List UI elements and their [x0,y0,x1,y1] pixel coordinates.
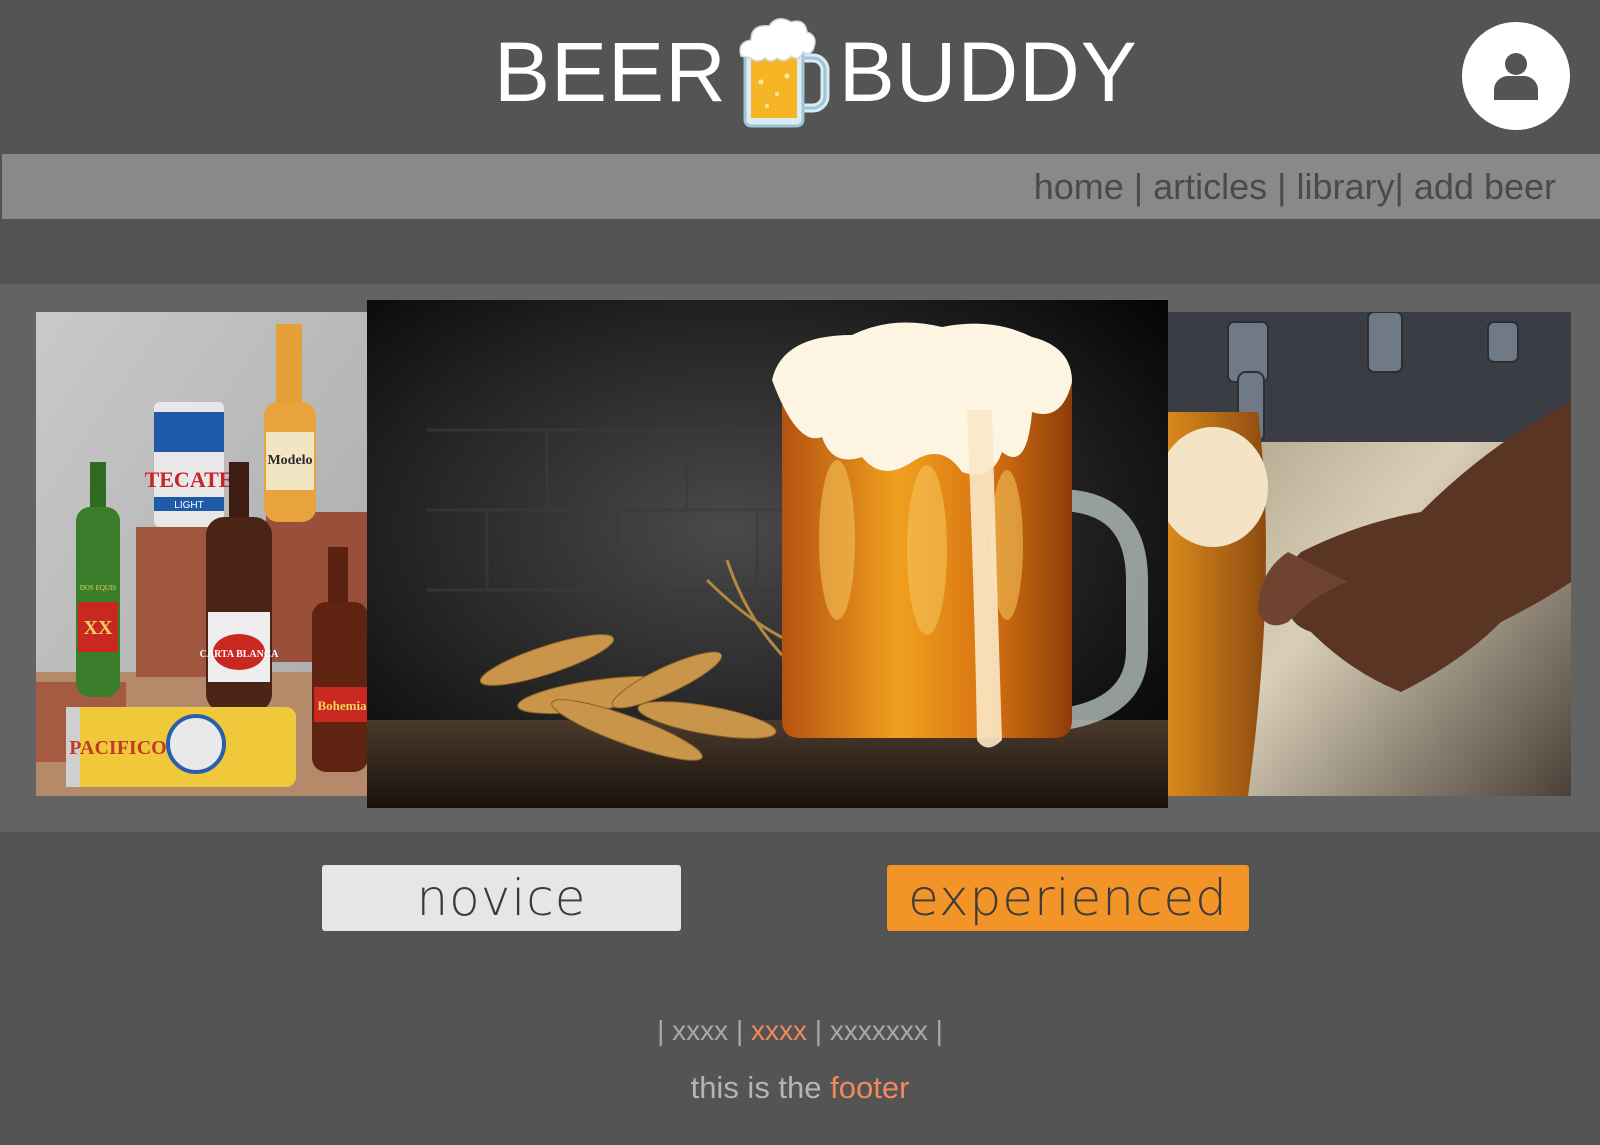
bottles-label: CARTA BLANCA [200,649,279,660]
logo-text-buddy: BUDDY [838,25,1138,119]
nav-separator: | [1394,165,1414,207]
nav-link-add-beer[interactable]: add beer [1414,166,1556,208]
footer-links: | xxxx | xxxx | xxxxxxx | [0,1015,1600,1047]
footer-text-prefix: this is the [690,1070,831,1105]
beer-mug-image [367,300,1168,808]
carousel-slide-beer-tap[interactable] [1168,312,1571,796]
logo-text-beer: BEER [494,25,727,119]
experienced-button[interactable]: experienced [887,865,1249,931]
bottles-image: XX DOS EQUIS TECATE LIGHT Modelo CARTA B… [36,312,368,796]
beer-tap-image [1168,312,1571,796]
bottles-label: PACIFICO [69,737,166,759]
nav-link-articles[interactable]: articles [1153,166,1267,208]
footer-separator: | [735,1015,744,1046]
main-nav: home | articles | library | add beer [2,154,1600,219]
footer-link-1[interactable]: xxxx [672,1015,728,1046]
footer-separator: | [657,1015,665,1046]
footer-text: this is the footer [0,1070,1600,1106]
carousel-slide-bottles[interactable]: XX DOS EQUIS TECATE LIGHT Modelo CARTA B… [36,312,368,796]
nav-link-home[interactable]: home [1034,166,1124,208]
bottles-label: TECATE [145,467,234,492]
footer-separator: | [814,1015,823,1046]
profile-button[interactable] [1462,22,1570,130]
nav-links: home | articles | library | add beer [1034,154,1556,219]
bottles-label: DOS EQUIS [80,584,116,592]
carousel-slide-beer-mug[interactable] [367,300,1168,808]
site-logo[interactable]: BEER BUDDY [494,12,1138,132]
footer-text-accent: footer [830,1070,910,1105]
beer-mug-icon [739,18,830,128]
site-header: BEER BUDDY [0,0,1600,152]
bottles-label: Bohemia [317,698,367,713]
bottles-label: LIGHT [174,500,203,511]
bottles-label: XX [84,617,113,639]
footer-separator: | [935,1015,943,1046]
nav-separator: | [1123,165,1154,207]
user-icon [1494,53,1538,100]
nav-separator: | [1267,165,1297,207]
footer-link-3[interactable]: xxxxxxx [830,1015,928,1046]
nav-link-library[interactable]: library [1297,166,1395,208]
footer-link-2[interactable]: xxxx [751,1015,807,1046]
novice-button[interactable]: novice [322,865,681,931]
bottles-label: Modelo [267,453,312,468]
